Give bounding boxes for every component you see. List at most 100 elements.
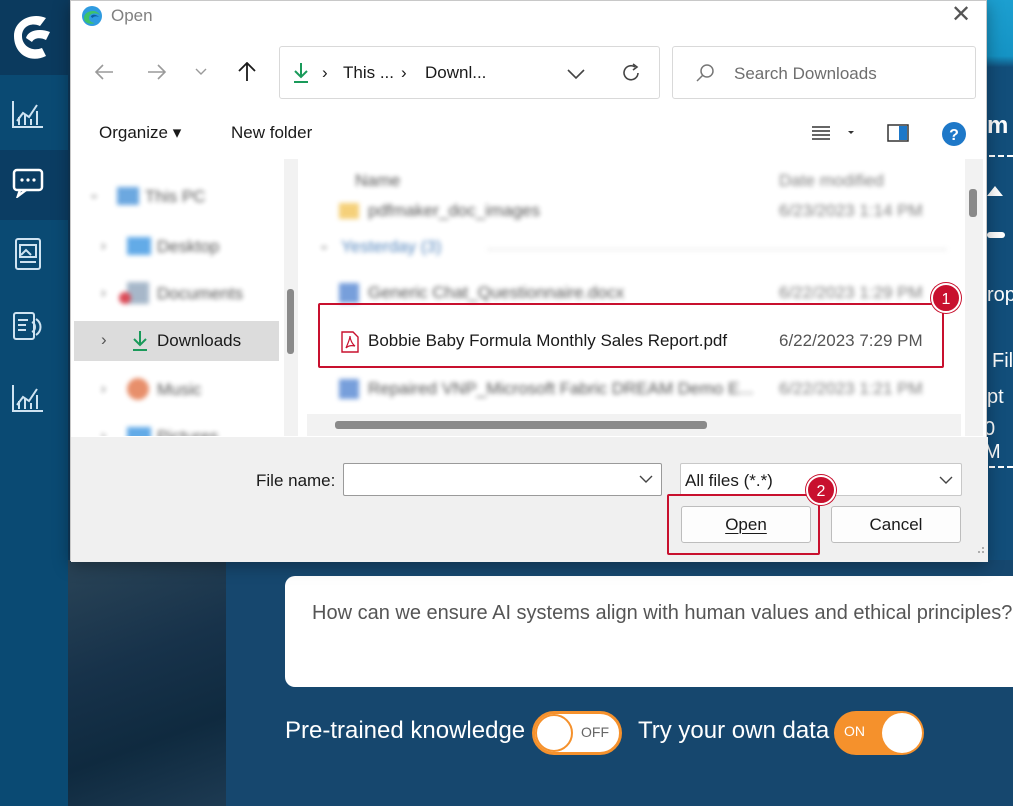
toggle-state: ON [844, 723, 865, 739]
chart-icon[interactable] [10, 380, 46, 416]
file-icon [339, 379, 359, 399]
breadcrumb-downloads[interactable]: Downl... [425, 63, 486, 83]
preview-pane-icon[interactable] [887, 124, 909, 147]
file-name-label: File name: [256, 471, 336, 490]
right-fragment: m [987, 112, 1009, 139]
scroll-thumb[interactable] [287, 289, 294, 354]
file-list: Name Date modified pdfmaker_doc_images 6… [307, 159, 961, 436]
edge-browser-icon [81, 5, 103, 27]
open-file-dialog: Open ✕ › This ... › Downl... Search Down… [70, 0, 988, 562]
error-badge-icon [119, 292, 131, 304]
chevron-down-icon[interactable] [639, 472, 653, 486]
right-fragment: rop [987, 284, 1013, 306]
file-type-filter-value: All files (*.*) [685, 471, 773, 490]
up-arrow-icon[interactable] [232, 57, 262, 87]
own-data-label: Try your own data [638, 717, 830, 744]
group-header[interactable]: ⌄ Yesterday (3) [307, 231, 961, 263]
image-doc-icon[interactable] [10, 236, 46, 272]
app-right-panel [987, 0, 1013, 560]
right-fragment: 0 M [984, 418, 1001, 463]
tree-item-pictures[interactable]: › Pictures [71, 417, 280, 436]
background-image [68, 560, 226, 806]
help-icon[interactable]: ? [941, 121, 967, 152]
svg-text:?: ? [949, 127, 959, 144]
search-placeholder: Search Downloads [734, 64, 877, 83]
chat-icon[interactable] [10, 165, 46, 201]
callout-badge: 2 [806, 475, 836, 505]
scroll-thumb[interactable] [335, 421, 707, 429]
new-folder-button[interactable]: New folder [231, 123, 312, 143]
expand-chevron-icon: › [101, 237, 106, 253]
right-fragment: pt [987, 386, 1004, 408]
analytics-icon[interactable] [10, 96, 46, 132]
highlight-box-file [318, 303, 944, 368]
expand-chevron-icon: › [101, 380, 106, 396]
address-bar[interactable]: › This ... › Downl... [279, 46, 660, 99]
expand-chevron-icon: › [101, 284, 106, 300]
computer-icon [117, 187, 139, 205]
folder-icon [339, 203, 359, 219]
search-box[interactable]: Search Downloads [672, 46, 976, 99]
prompt-input[interactable]: How can we ensure AI systems align with … [285, 576, 1013, 687]
tree-item-this-pc[interactable]: ⌄ This PC [71, 177, 280, 217]
command-bar: Organize ▾ New folder ? [71, 111, 988, 157]
highlight-box-open [667, 494, 820, 555]
divider [989, 155, 1013, 157]
file-row[interactable]: Repaired VNP_Microsoft Fabric DREAM Demo… [307, 367, 961, 411]
own-data-toggle[interactable]: ON [834, 711, 924, 755]
search-icon [695, 63, 715, 88]
refresh-icon[interactable] [620, 62, 642, 89]
document-voice-icon[interactable] [10, 308, 46, 344]
expand-chevron-icon: › [101, 427, 106, 436]
forward-arrow-icon[interactable] [142, 57, 172, 87]
file-list-horizontal-scrollbar[interactable] [307, 414, 961, 436]
tree-item-documents[interactable]: › Documents [71, 274, 280, 314]
recent-locations-chevron-icon[interactable] [186, 57, 216, 87]
breadcrumb-this-pc[interactable]: This ... [343, 63, 394, 83]
navigation-bar: › This ... › Downl... Search Downloads [71, 45, 988, 100]
toggle-knob [882, 713, 922, 753]
column-date[interactable]: Date modified [779, 171, 884, 191]
pretrained-toggle[interactable]: OFF [532, 711, 622, 755]
toggle-knob [535, 714, 573, 752]
desktop-icon [127, 237, 151, 255]
resize-grip-icon[interactable] [975, 541, 985, 559]
word-doc-icon [339, 283, 359, 303]
organize-button[interactable]: Organize ▾ [99, 123, 181, 143]
cancel-button[interactable]: Cancel [831, 506, 961, 543]
file-name-input[interactable] [343, 463, 662, 496]
chevron-down-icon[interactable] [939, 472, 953, 486]
downloads-icon [292, 62, 310, 89]
scroll-thumb[interactable] [969, 189, 977, 217]
expand-chevron-icon: ⌄ [89, 187, 100, 201]
app-logo [0, 0, 68, 75]
pictures-icon [127, 427, 151, 436]
app-sidebar [0, 0, 68, 806]
file-row[interactable]: pdfmaker_doc_images 6/23/2023 1:14 PM [307, 189, 961, 233]
tree-item-music[interactable]: › Music [71, 370, 280, 410]
tree-item-desktop[interactable]: › Desktop [71, 227, 280, 267]
music-icon [127, 378, 149, 400]
file-list-vertical-scrollbar[interactable] [965, 159, 983, 436]
navigation-tree: ⌄ This PC › Desktop › Documents › Downlo… [71, 159, 280, 436]
column-name[interactable]: Name [355, 171, 400, 191]
right-fragment: Fil [992, 350, 1013, 372]
back-arrow-icon[interactable] [89, 57, 119, 87]
chevron-down-icon[interactable] [567, 67, 585, 85]
toggle-state: OFF [581, 724, 609, 740]
callout-badge: 1 [931, 283, 961, 313]
breadcrumb-separator: › [401, 63, 407, 82]
tree-scrollbar[interactable] [284, 159, 298, 436]
tree-item-downloads[interactable]: › Downloads [74, 321, 279, 361]
view-options-icon[interactable] [811, 125, 855, 146]
expand-chevron-icon: › [101, 330, 107, 349]
breadcrumb-separator: › [322, 63, 328, 82]
prompt-text: How can we ensure AI systems align with … [312, 602, 1013, 624]
dialog-footer: File name: All files (*.*) Open Cancel [71, 437, 988, 562]
divider [989, 466, 1013, 468]
collapse-chevron-icon: ⌄ [319, 238, 330, 252]
divider [487, 249, 947, 250]
dialog-title: Open [111, 6, 153, 25]
downloads-icon [131, 330, 149, 357]
close-icon[interactable]: ✕ [948, 3, 974, 29]
